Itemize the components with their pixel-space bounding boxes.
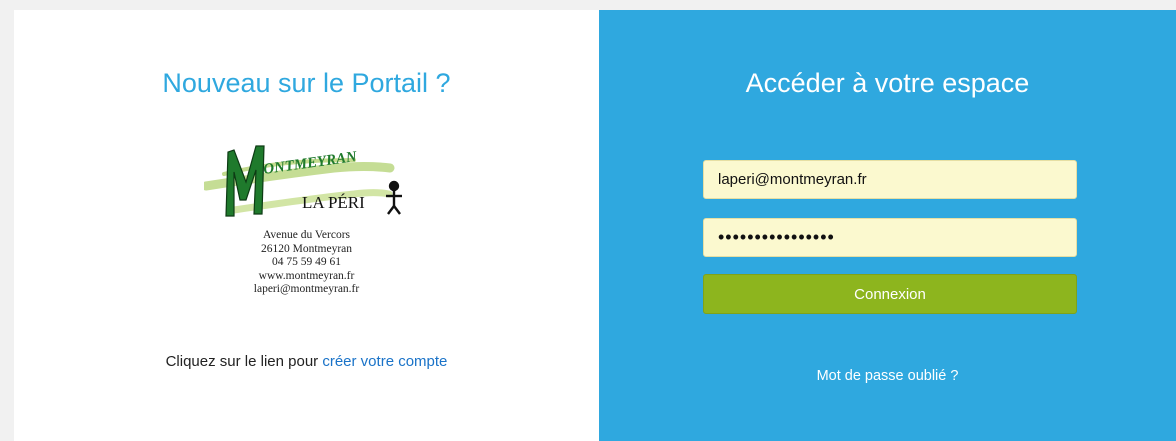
login-button[interactable]: Connexion [703,274,1077,314]
signup-instructions: Cliquez sur le lien pour créer votre com… [14,353,599,370]
signup-title: Nouveau sur le Portail ? [162,68,451,98]
signup-panel: Nouveau sur le Portail ? ONTMEYRAN LA PÉ… [14,10,599,441]
address-block: Avenue du Vercors 26120 Montmeyran 04 75… [14,229,599,297]
svg-text:LA PÉRI: LA PÉRI [302,193,365,212]
montmeyran-logo: ONTMEYRAN LA PÉRI [204,145,402,217]
forgot-password-link[interactable]: Mot de passe oublié ? [599,368,1176,384]
address-website: www.montmeyran.fr [258,269,355,282]
login-panel: Accéder à votre espace Connexion Mot de … [599,10,1176,441]
address-street: Avenue du Vercors [262,229,351,241]
email-field[interactable] [703,160,1077,199]
login-title: Accéder à votre espace [745,68,1030,98]
login-page: Nouveau sur le Portail ? ONTMEYRAN LA PÉ… [14,10,1176,441]
create-account-link[interactable]: créer votre compte [322,353,447,370]
address-email: laperi@montmeyran.fr [253,283,360,295]
signup-prefix: Cliquez sur le lien pour [165,353,323,370]
password-field[interactable] [703,218,1077,257]
address-city: 26120 Montmeyran [260,242,353,255]
address-phone: 04 75 59 49 61 [272,256,341,268]
